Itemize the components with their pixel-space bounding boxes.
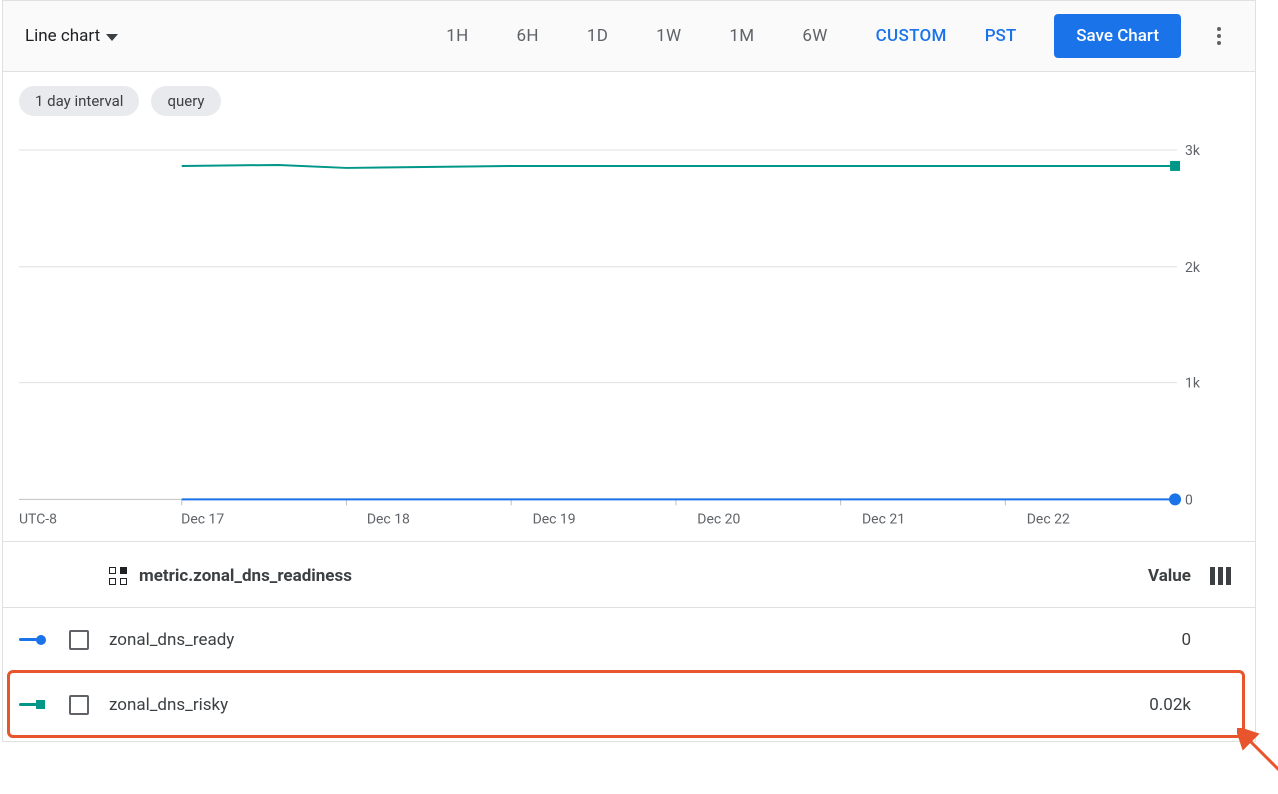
legend-value-risky: 0.02k <box>1101 695 1191 715</box>
timezone-button[interactable]: PST <box>975 22 1027 50</box>
x-tick-5: Dec 22 <box>1027 511 1070 527</box>
more-vert-icon <box>1217 27 1221 31</box>
interval-chip[interactable]: 1 day interval <box>19 86 139 116</box>
x-tick-0: Dec 17 <box>181 511 224 527</box>
filter-chips: 1 day interval query <box>3 72 1255 120</box>
range-6w[interactable]: 6W <box>794 22 835 50</box>
x-tick-4: Dec 21 <box>862 511 905 527</box>
chevron-down-icon <box>106 34 118 41</box>
range-1h[interactable]: 1H <box>438 22 476 50</box>
chart-area: 3k 2k 1k 0 UTC-8 Dec 17 Dec 18 Dec 19 De… <box>3 120 1255 541</box>
chart-toolbar: Line chart 1H 6H 1D 1W 1M 6W CUSTOM PST … <box>3 0 1255 72</box>
legend-group-by: metric.zonal_dns_readiness <box>139 566 352 586</box>
y-tick-1k: 1k <box>1185 376 1201 392</box>
legend-checkbox-ready[interactable] <box>69 630 89 650</box>
series-swatch-ready <box>19 635 46 645</box>
xlabel: UTC-8 <box>19 511 57 527</box>
legend-row-ready[interactable]: zonal_dns_ready 0 <box>3 607 1255 671</box>
legend-name-risky: zonal_dns_risky <box>109 695 1101 715</box>
legend-header: metric.zonal_dns_readiness Value <box>3 541 1255 607</box>
chart-type-dropdown[interactable]: Line chart <box>19 22 124 50</box>
annotation-arrow-icon <box>1237 728 1278 778</box>
series-risky-endpoint-icon <box>1170 161 1180 171</box>
save-chart-button[interactable]: Save Chart <box>1054 14 1181 58</box>
legend-name-ready: zonal_dns_ready <box>109 630 1101 650</box>
x-tick-2: Dec 19 <box>533 511 576 527</box>
overflow-menu-button[interactable] <box>1199 16 1239 56</box>
legend-row-risky[interactable]: zonal_dns_risky 0.02k <box>9 672 1243 736</box>
legend-value-ready: 0 <box>1101 630 1191 650</box>
series-risky-line <box>182 165 1175 168</box>
y-tick-0: 0 <box>1185 492 1193 508</box>
metrics-card: Line chart 1H 6H 1D 1W 1M 6W CUSTOM PST … <box>2 0 1256 742</box>
series-ready-endpoint-icon <box>1169 493 1181 505</box>
range-custom[interactable]: CUSTOM <box>868 22 955 50</box>
legend-value-header[interactable]: Value <box>1101 566 1191 586</box>
range-6h[interactable]: 6H <box>509 22 547 50</box>
query-chip[interactable]: query <box>151 86 220 116</box>
range-1d[interactable]: 1D <box>579 22 616 50</box>
series-swatch-risky <box>19 700 45 709</box>
x-tick-1: Dec 18 <box>367 511 410 527</box>
range-1m[interactable]: 1M <box>721 22 762 50</box>
group-by-icon <box>109 567 127 585</box>
columns-icon[interactable] <box>1210 567 1231 585</box>
range-1w[interactable]: 1W <box>648 22 689 50</box>
line-chart[interactable]: 3k 2k 1k 0 UTC-8 Dec 17 Dec 18 Dec 19 De… <box>19 130 1213 529</box>
y-tick-2k: 2k <box>1185 260 1201 276</box>
x-tick-3: Dec 20 <box>697 511 740 527</box>
y-tick-3k: 3k <box>1185 143 1201 159</box>
time-range-group: 1H 6H 1D 1W 1M 6W CUSTOM <box>438 22 954 50</box>
legend-checkbox-risky[interactable] <box>69 695 89 715</box>
chart-type-label: Line chart <box>25 26 100 46</box>
